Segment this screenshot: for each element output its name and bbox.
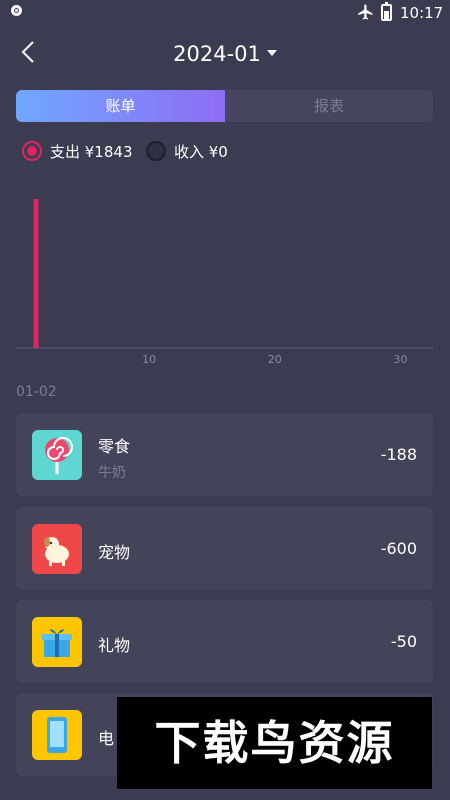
transaction-note: 牛奶 — [98, 465, 126, 481]
status-time: 10:17 — [400, 4, 444, 22]
tab-bill[interactable]: 账单 — [16, 90, 225, 122]
transaction-name: 零食 — [98, 437, 131, 456]
income-radio[interactable] — [146, 141, 166, 161]
filter-income[interactable]: 收入 ¥0 — [146, 139, 228, 163]
transaction-card[interactable]: 礼物 -50 — [16, 600, 433, 683]
transaction-card[interactable]: 零食 牛奶 -188 — [16, 413, 433, 496]
section-date: 01-02 — [16, 384, 57, 400]
month-selector[interactable]: 2024-01 — [0, 42, 450, 66]
transaction-amount: -600 — [380, 539, 417, 558]
chart-tick-label: 10 — [142, 353, 156, 366]
transaction-name: 礼物 — [98, 636, 131, 655]
watermark-banner: 下载鸟资源 — [117, 697, 432, 789]
chart-bar — [33, 199, 39, 348]
transaction-amount: -188 — [380, 445, 417, 464]
lollipop-icon — [32, 430, 82, 480]
battery-icon — [381, 2, 392, 21]
phone-icon — [32, 710, 82, 760]
filter-expense[interactable]: 支出 ¥1843 — [22, 139, 133, 163]
transaction-name: 电 — [98, 729, 115, 748]
gift-box-icon — [32, 617, 82, 667]
dropdown-caret-icon — [266, 50, 277, 56]
transaction-amount: -50 — [390, 632, 417, 651]
transaction-name: 宠物 — [98, 543, 131, 562]
chart-tick-label: 30 — [393, 353, 407, 366]
chart-tick-label: 20 — [268, 353, 282, 366]
pet-dog-icon — [32, 524, 82, 574]
status-bar: 10:17 — [0, 0, 450, 28]
month-title-label: 2024-01 — [173, 42, 261, 66]
expense-label: 支出 ¥1843 — [50, 142, 133, 161]
view-tabs: 账单 报表 — [16, 90, 433, 122]
income-label: 收入 ¥0 — [174, 142, 228, 161]
transaction-card[interactable]: 宠物 -600 — [16, 507, 433, 590]
tab-report[interactable]: 报表 — [225, 90, 433, 122]
expense-radio[interactable] — [22, 141, 42, 161]
daily-expense-chart: 10 20 30 — [16, 199, 433, 366]
airplane-mode-icon — [358, 4, 373, 20]
notification-dot-icon — [11, 5, 22, 16]
